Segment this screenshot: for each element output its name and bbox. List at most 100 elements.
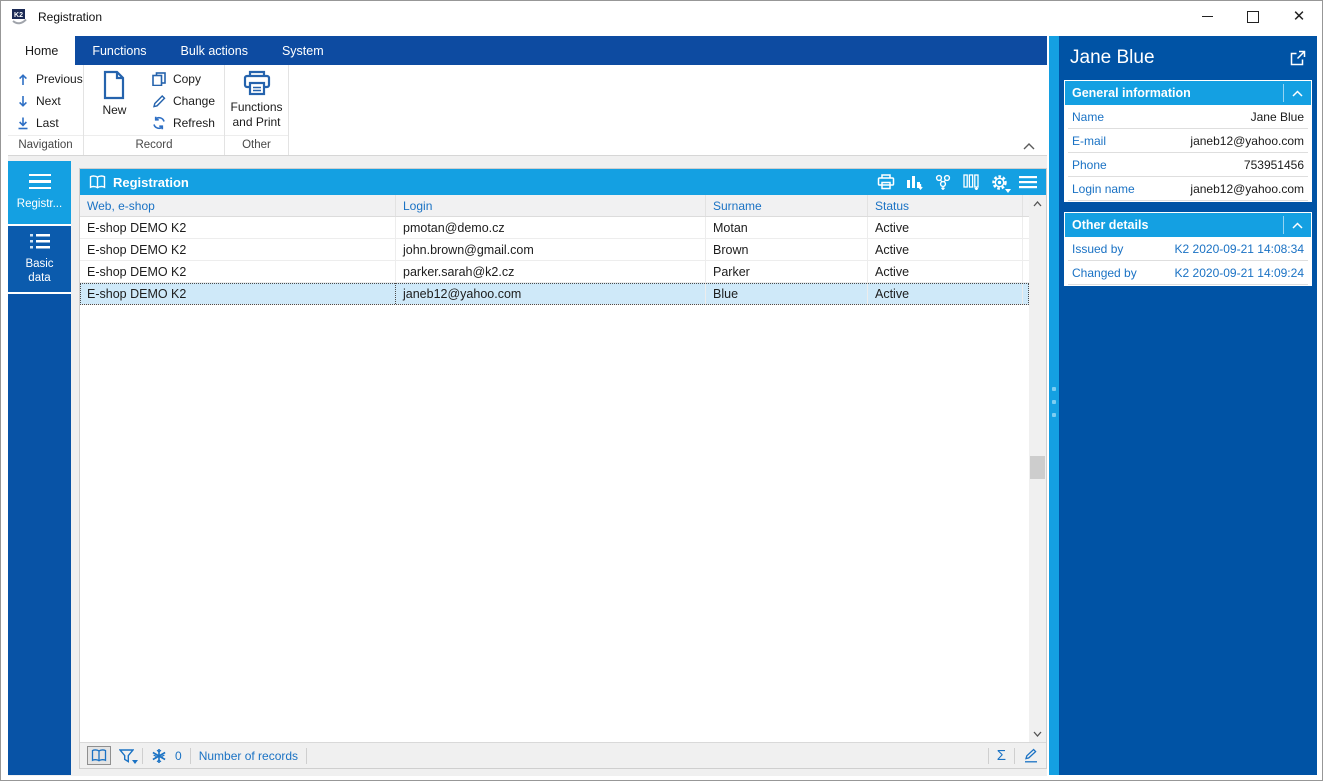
column-header-row: Web, e-shop Login Surname Status bbox=[80, 195, 1029, 217]
minimize-button[interactable] bbox=[1184, 1, 1230, 32]
book-icon bbox=[91, 749, 107, 762]
field-label: Phone bbox=[1072, 157, 1107, 172]
columns-icon[interactable] bbox=[963, 174, 980, 190]
previous-button[interactable]: Previous bbox=[12, 68, 88, 90]
next-button[interactable]: Next bbox=[12, 90, 88, 112]
cell-login[interactable]: john.brown@gmail.com bbox=[396, 239, 706, 260]
table-row[interactable]: E-shop DEMO K2 pmotan@demo.cz Motan Acti… bbox=[80, 217, 1029, 239]
ribbon: Previous Next Last Navigation New Copy C… bbox=[8, 65, 1047, 156]
functions-and-print-button[interactable]: Functions and Print bbox=[229, 68, 284, 132]
cell-surname[interactable]: Blue bbox=[706, 283, 868, 304]
cell-surname[interactable]: Brown bbox=[706, 239, 868, 260]
bar-chart-icon[interactable] bbox=[906, 174, 923, 190]
arrow-up-icon bbox=[17, 73, 29, 86]
chevron-down-icon bbox=[132, 759, 138, 764]
section-header[interactable]: Other details bbox=[1065, 213, 1311, 237]
snowflake-icon[interactable] bbox=[151, 748, 167, 764]
printer-icon bbox=[242, 70, 272, 97]
number-of-records-label[interactable]: Number of records bbox=[199, 749, 298, 763]
title-bar: K2 Registration ✕ bbox=[1, 1, 1322, 32]
panel-splitter[interactable] bbox=[1049, 36, 1059, 775]
group-label-other: Other bbox=[225, 135, 288, 155]
tab-functions[interactable]: Functions bbox=[75, 36, 163, 65]
cell-status[interactable]: Active bbox=[868, 239, 1023, 260]
column-header-login[interactable]: Login bbox=[396, 195, 706, 216]
printer-icon[interactable] bbox=[877, 174, 895, 190]
sum-button[interactable]: Σ bbox=[997, 747, 1006, 764]
cell-surname[interactable]: Motan bbox=[706, 217, 868, 238]
ribbon-group-record: New Copy Change Refresh Record bbox=[84, 65, 224, 155]
last-label: Last bbox=[36, 116, 59, 130]
last-button[interactable]: Last bbox=[12, 112, 88, 134]
separator bbox=[189, 747, 191, 764]
svg-text:K2: K2 bbox=[14, 12, 23, 19]
sidebar-item-basic-data[interactable]: Basic data bbox=[8, 226, 71, 294]
new-button[interactable]: New bbox=[88, 68, 141, 120]
table-row[interactable]: E-shop DEMO K2 john.brown@gmail.com Brow… bbox=[80, 239, 1029, 261]
field-value: 753951456 bbox=[1243, 157, 1304, 172]
ribbon-tab-strip: Home Functions Bulk actions System bbox=[8, 36, 1047, 65]
cell-web-eshop[interactable]: E-shop DEMO K2 bbox=[80, 217, 396, 238]
cell-login[interactable]: parker.sarah@k2.cz bbox=[396, 261, 706, 282]
arrow-down-last-icon bbox=[17, 117, 29, 130]
section-general-information: General information Name Jane Blue E-mai… bbox=[1064, 80, 1312, 202]
cell-login[interactable]: pmotan@demo.cz bbox=[396, 217, 706, 238]
close-button[interactable]: ✕ bbox=[1276, 1, 1322, 32]
table-row[interactable]: E-shop DEMO K2 parker.sarah@k2.cz Parker… bbox=[80, 261, 1029, 283]
section-header[interactable]: General information bbox=[1065, 81, 1311, 105]
tab-home[interactable]: Home bbox=[8, 36, 76, 65]
tab-system[interactable]: System bbox=[265, 36, 341, 65]
functions-and-print-label: Functions and Print bbox=[230, 100, 283, 129]
cell-status[interactable]: Active bbox=[868, 283, 1023, 304]
cell-web-eshop[interactable]: E-shop DEMO K2 bbox=[80, 239, 396, 260]
scrollbar-thumb[interactable] bbox=[1030, 456, 1045, 479]
collapse-ribbon-button[interactable] bbox=[1023, 143, 1035, 150]
field-label: E-mail bbox=[1072, 133, 1107, 148]
chevron-up-icon[interactable] bbox=[1283, 216, 1311, 234]
field-login-name: Login name janeb12@yahoo.com bbox=[1068, 177, 1308, 201]
chevron-up-icon[interactable] bbox=[1283, 84, 1311, 102]
change-button[interactable]: Change bbox=[147, 90, 220, 112]
separator bbox=[306, 747, 308, 764]
edit-pencil-button[interactable] bbox=[1023, 748, 1039, 763]
open-in-new-icon[interactable] bbox=[1290, 50, 1306, 66]
frozen-count: 0 bbox=[175, 748, 182, 763]
column-header-status[interactable]: Status bbox=[868, 195, 1023, 216]
preview-toggle-button[interactable] bbox=[87, 746, 111, 765]
sidebar-item-registration[interactable]: Registr... bbox=[8, 161, 71, 226]
list-icon bbox=[29, 233, 51, 249]
scroll-down-button[interactable] bbox=[1029, 725, 1046, 742]
browse-table: Web, e-shop Login Surname Status E-shop … bbox=[80, 195, 1046, 742]
cell-surname[interactable]: Parker bbox=[706, 261, 868, 282]
ribbon-group-other: Functions and Print Other bbox=[225, 65, 288, 155]
table-row-selected[interactable]: E-shop DEMO K2 janeb12@yahoo.com Blue Ac… bbox=[80, 283, 1029, 305]
process-icon[interactable] bbox=[934, 174, 952, 190]
column-header-web-eshop[interactable]: Web, e-shop bbox=[80, 195, 396, 216]
refresh-button[interactable]: Refresh bbox=[147, 112, 220, 134]
maximize-button[interactable] bbox=[1230, 1, 1276, 32]
tab-bulk-actions[interactable]: Bulk actions bbox=[164, 36, 265, 65]
menu-icon[interactable] bbox=[1019, 175, 1037, 189]
cell-login[interactable]: janeb12@yahoo.com bbox=[396, 283, 706, 304]
cell-web-eshop[interactable]: E-shop DEMO K2 bbox=[80, 283, 396, 304]
column-header-surname[interactable]: Surname bbox=[706, 195, 868, 216]
cell-status[interactable]: Active bbox=[868, 261, 1023, 282]
copy-label: Copy bbox=[172, 72, 201, 86]
separator bbox=[987, 747, 989, 764]
section-title: General information bbox=[1072, 86, 1191, 100]
field-label: Name bbox=[1072, 109, 1105, 124]
cell-web-eshop[interactable]: E-shop DEMO K2 bbox=[80, 261, 396, 282]
filter-button[interactable] bbox=[119, 748, 138, 764]
section-other-details: Other details Issued by K2 2020-09-21 14… bbox=[1064, 212, 1312, 286]
browse-panel: Registration Web, e-shop Login Surname S… bbox=[79, 168, 1047, 769]
vertical-scrollbar[interactable] bbox=[1029, 195, 1046, 742]
refresh-label: Refresh bbox=[172, 116, 215, 130]
refresh-icon bbox=[152, 116, 166, 130]
copy-button[interactable]: Copy bbox=[147, 68, 220, 90]
chevron-down-icon bbox=[1005, 188, 1011, 193]
new-label: New bbox=[102, 103, 127, 117]
gear-icon[interactable] bbox=[991, 174, 1011, 193]
browse-toolbar bbox=[877, 174, 1037, 193]
scroll-up-button[interactable] bbox=[1029, 195, 1046, 212]
cell-status[interactable]: Active bbox=[868, 217, 1023, 238]
